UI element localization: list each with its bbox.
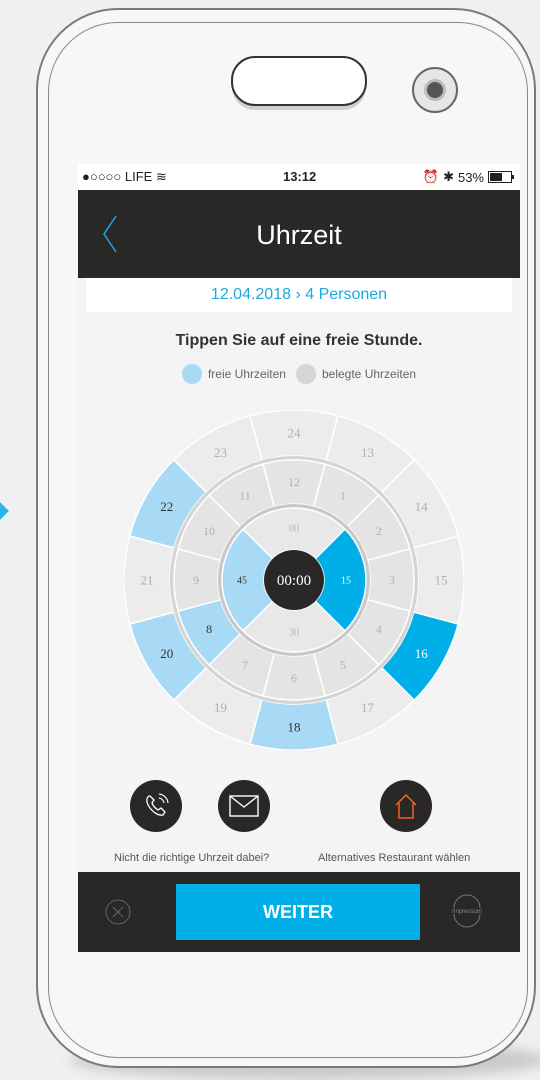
- camera-icon: [412, 67, 458, 113]
- impressum-icon[interactable]: Impressum: [450, 894, 484, 928]
- mail-icon: [229, 795, 259, 817]
- legend: freie Uhrzeiten belegte Uhrzeiten: [78, 364, 520, 384]
- left-indicator-icon: [0, 501, 9, 521]
- call-label: Nicht die richtige Uhrzeit dabei?: [114, 852, 270, 864]
- weiter-button[interactable]: WEITER: [176, 884, 420, 940]
- hour-am-label-9: 9: [193, 573, 199, 587]
- booking-summary: 12.04.2018 › 4 Personen: [86, 278, 512, 312]
- hour-label-22: 22: [160, 499, 173, 514]
- carrier-label: ●○○○○ LIFE ≋: [82, 169, 167, 184]
- hour-am-label-8: 8: [206, 622, 212, 636]
- hour-am-label-11: 11: [239, 488, 251, 502]
- hour-label-13: 13: [361, 445, 374, 460]
- legend-free-label: freie Uhrzeiten: [207, 367, 286, 381]
- speaker-icon: [231, 56, 367, 106]
- bluetooth-icon: ✱: [443, 169, 454, 184]
- minute-label-45: 45: [237, 576, 247, 587]
- legend-taken: belegte Uhrzeiten: [295, 364, 417, 384]
- app-screen: ●○○○○ LIFE ≋ 13:12 ⏰ ✱ 53% Uhrzeit 12.04…: [78, 164, 520, 952]
- status-bar: ●○○○○ LIFE ≋ 13:12 ⏰ ✱ 53%: [78, 164, 520, 190]
- hour-am-label-6: 6: [291, 671, 297, 685]
- instruction-text: Tippen Sie auf eine freie Stunde.: [175, 332, 423, 349]
- hour-label-19: 19: [214, 700, 227, 715]
- wifi-icon: ≋: [155, 169, 167, 184]
- minute-label-00: 00: [289, 524, 299, 535]
- hour-am-label-10: 10: [203, 524, 215, 538]
- hour-am-label-4: 4: [376, 622, 382, 636]
- legend-taken-swatch: [295, 364, 316, 384]
- status-time: 13:12: [283, 169, 317, 184]
- call-button[interactable]: [130, 780, 182, 832]
- legend-taken-label: belegte Uhrzeiten: [321, 367, 417, 381]
- alt-restaurant-label: Alternatives Restaurant wählen: [318, 852, 471, 864]
- minute-label-30: 30: [289, 628, 299, 639]
- battery-percent: 53%: [457, 169, 484, 185]
- mail-button[interactable]: [218, 780, 270, 832]
- hour-am-label-12: 12: [288, 475, 300, 489]
- time-dial: 2413141516171819202122231212345678910110…: [124, 410, 464, 750]
- hour-am-label-3: 3: [389, 573, 395, 587]
- hour-label-14: 14: [415, 499, 429, 514]
- alt-restaurant-button[interactable]: [380, 780, 432, 832]
- minute-label-15: 15: [341, 576, 351, 587]
- hour-am-label-7: 7: [242, 658, 248, 672]
- hour-label-17: 17: [361, 700, 375, 715]
- hour-label-23: 23: [214, 445, 227, 460]
- hour-label-18: 18: [288, 720, 301, 735]
- action-area: Nicht die richtige Uhrzeit dabei? Altern…: [78, 772, 520, 882]
- page-title: Uhrzeit: [256, 220, 342, 250]
- impressum-label: Impressum: [452, 909, 482, 915]
- battery-icon: [488, 171, 514, 183]
- legend-free-swatch: [181, 364, 202, 384]
- hour-label-20: 20: [160, 646, 173, 661]
- phone-icon: [146, 793, 169, 816]
- app-header: Uhrzeit: [78, 190, 520, 278]
- home-icon: [395, 793, 417, 819]
- hour-am-label-1: 1: [340, 488, 346, 502]
- legend-free: freie Uhrzeiten: [181, 364, 286, 384]
- alarm-icon: ⏰: [422, 169, 440, 184]
- hour-label-24: 24: [288, 426, 302, 441]
- hour-label-15: 15: [435, 573, 448, 588]
- hour-label-16: 16: [415, 646, 429, 661]
- hour-label-21: 21: [141, 573, 154, 588]
- close-icon[interactable]: [104, 898, 132, 926]
- bottom-bar: WEITER Impressum: [78, 872, 520, 952]
- status-right: ⏰ ✱ 53%: [422, 169, 514, 185]
- center-time-label: 00:00: [277, 573, 311, 589]
- hour-am-label-2: 2: [376, 524, 382, 538]
- hour-am-label-5: 5: [340, 658, 346, 672]
